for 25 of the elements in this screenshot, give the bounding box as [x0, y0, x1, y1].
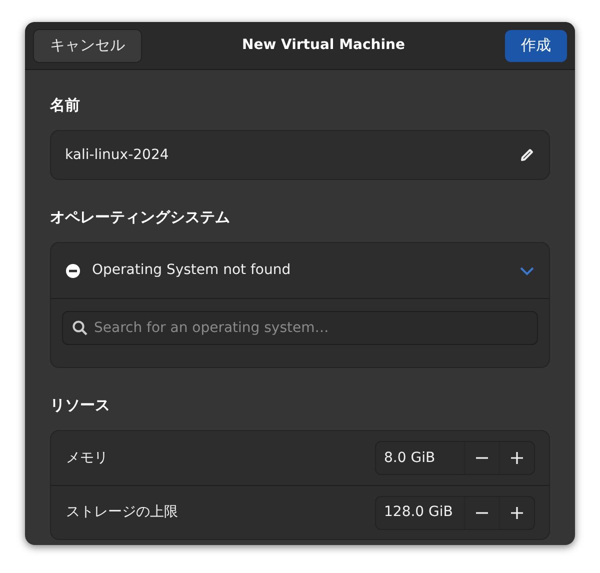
create-button[interactable]: 作成 — [505, 30, 567, 62]
resource-label: メモリ — [66, 448, 108, 468]
name-value: kali-linux-2024 — [65, 146, 169, 164]
spin-button[interactable]: 8.0 GiB — [375, 441, 535, 475]
spin-button[interactable]: 128.0 GiB — [375, 496, 535, 530]
os-status: Operating System not found — [92, 261, 292, 280]
search-field[interactable]: Search for an operating system… — [62, 311, 538, 345]
section-heading: リソース — [50, 395, 111, 416]
window-title: New Virtual Machine — [242, 36, 405, 55]
section-heading: オペレーティングシステム — [50, 207, 231, 228]
resource-label: ストレージの上限 — [66, 503, 178, 522]
edit-pencil-icon[interactable] — [519, 147, 535, 163]
minus-icon — [475, 457, 489, 459]
minus-circle-icon — [66, 264, 80, 278]
minus-icon — [475, 512, 489, 514]
search-input[interactable]: Search for an operating system… — [94, 318, 528, 338]
cancel-button[interactable]: キャンセル — [33, 28, 142, 62]
chevron-down-icon[interactable] — [520, 266, 534, 276]
spin-value[interactable]: 128.0 GiB — [376, 496, 464, 528]
section-heading: 名前 — [50, 95, 81, 116]
plus-icon — [510, 451, 524, 465]
os-row[interactable]: Operating System not found — [51, 243, 549, 298]
spin-value[interactable]: 8.0 GiB — [376, 442, 464, 474]
search-icon — [72, 320, 88, 336]
plus-icon — [510, 506, 524, 520]
